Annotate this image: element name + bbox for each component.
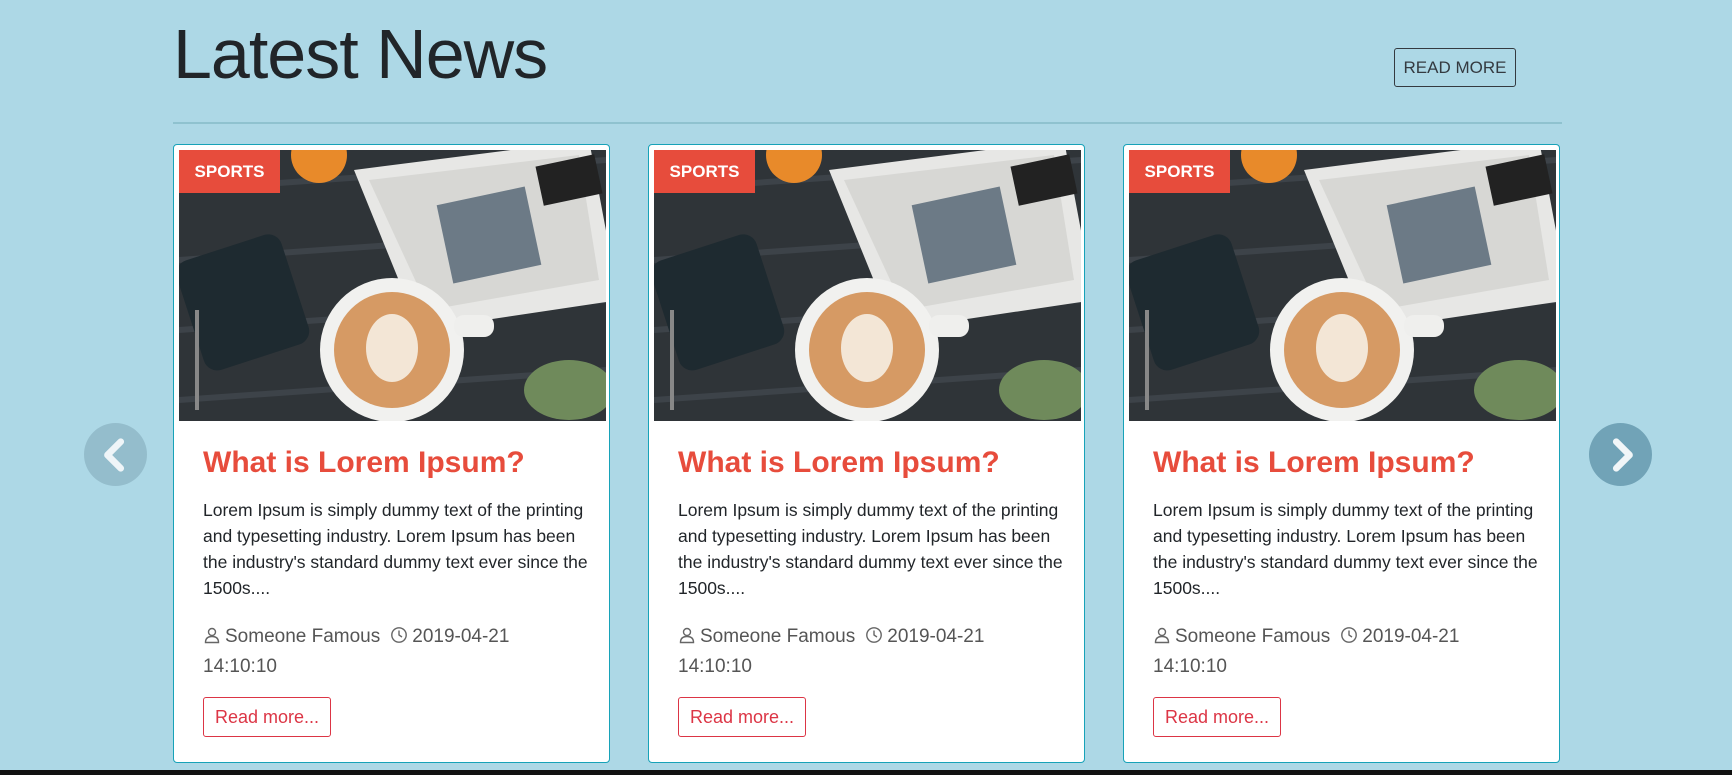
news-carousel: SPORTS What is Lorem Ipsum? Lorem Ipsum … [173,144,1562,763]
read-more-button[interactable]: Read more... [1153,697,1281,737]
post-time: 14:10:10 [203,656,277,677]
author-name: Someone Famous [225,626,381,647]
user-icon [678,626,696,644]
read-more-button[interactable]: Read more... [203,697,331,737]
news-card: SPORTS What is Lorem Ipsum? Lorem Ipsum … [1123,144,1560,763]
chevron-right-icon [1602,436,1640,474]
news-meta: Someone Famous 2019-04-21 14:10:10 [1153,622,1538,682]
carousel-prev-button[interactable] [84,423,147,486]
news-card: SPORTS What is Lorem Ipsum? Lorem Ipsum … [173,144,610,763]
news-meta: Someone Famous 2019-04-21 14:10:10 [203,622,588,682]
card-body: What is Lorem Ipsum? Lorem Ipsum is simp… [203,445,588,737]
user-icon [1153,626,1171,644]
section-header: Latest News READ MORE [173,0,1562,124]
category-badge[interactable]: SPORTS [1129,150,1230,193]
chevron-left-icon [97,436,135,474]
user-icon [203,626,221,644]
news-excerpt: Lorem Ipsum is simply dummy text of the … [1153,500,1538,598]
news-meta: Someone Famous 2019-04-21 14:10:10 [678,622,1063,682]
clock-icon [390,626,408,644]
card-body: What is Lorem Ipsum? Lorem Ipsum is simp… [1153,445,1538,737]
post-date: 2019-04-21 [1362,626,1460,647]
news-card: SPORTS What is Lorem Ipsum? Lorem Ipsum … [648,144,1085,763]
news-excerpt: Lorem Ipsum is simply dummy text of the … [203,500,588,598]
author-name: Someone Famous [1175,626,1331,647]
category-badge[interactable]: SPORTS [179,150,280,193]
carousel-next-button[interactable] [1589,423,1652,486]
post-time: 14:10:10 [678,656,752,677]
post-time: 14:10:10 [1153,656,1227,677]
card-body: What is Lorem Ipsum? Lorem Ipsum is simp… [678,445,1063,737]
clock-icon [1340,626,1358,644]
page-title: Latest News [173,15,548,93]
read-more-button[interactable]: Read more... [678,697,806,737]
bottom-bar [0,770,1732,775]
post-date: 2019-04-21 [412,626,510,647]
clock-icon [865,626,883,644]
category-badge[interactable]: SPORTS [654,150,755,193]
read-more-all-button[interactable]: READ MORE [1394,48,1516,87]
news-title[interactable]: What is Lorem Ipsum? [678,445,1063,481]
author-name: Someone Famous [700,626,856,647]
news-title[interactable]: What is Lorem Ipsum? [203,445,588,481]
news-excerpt: Lorem Ipsum is simply dummy text of the … [678,500,1063,598]
post-date: 2019-04-21 [887,626,985,647]
news-title[interactable]: What is Lorem Ipsum? [1153,445,1538,481]
